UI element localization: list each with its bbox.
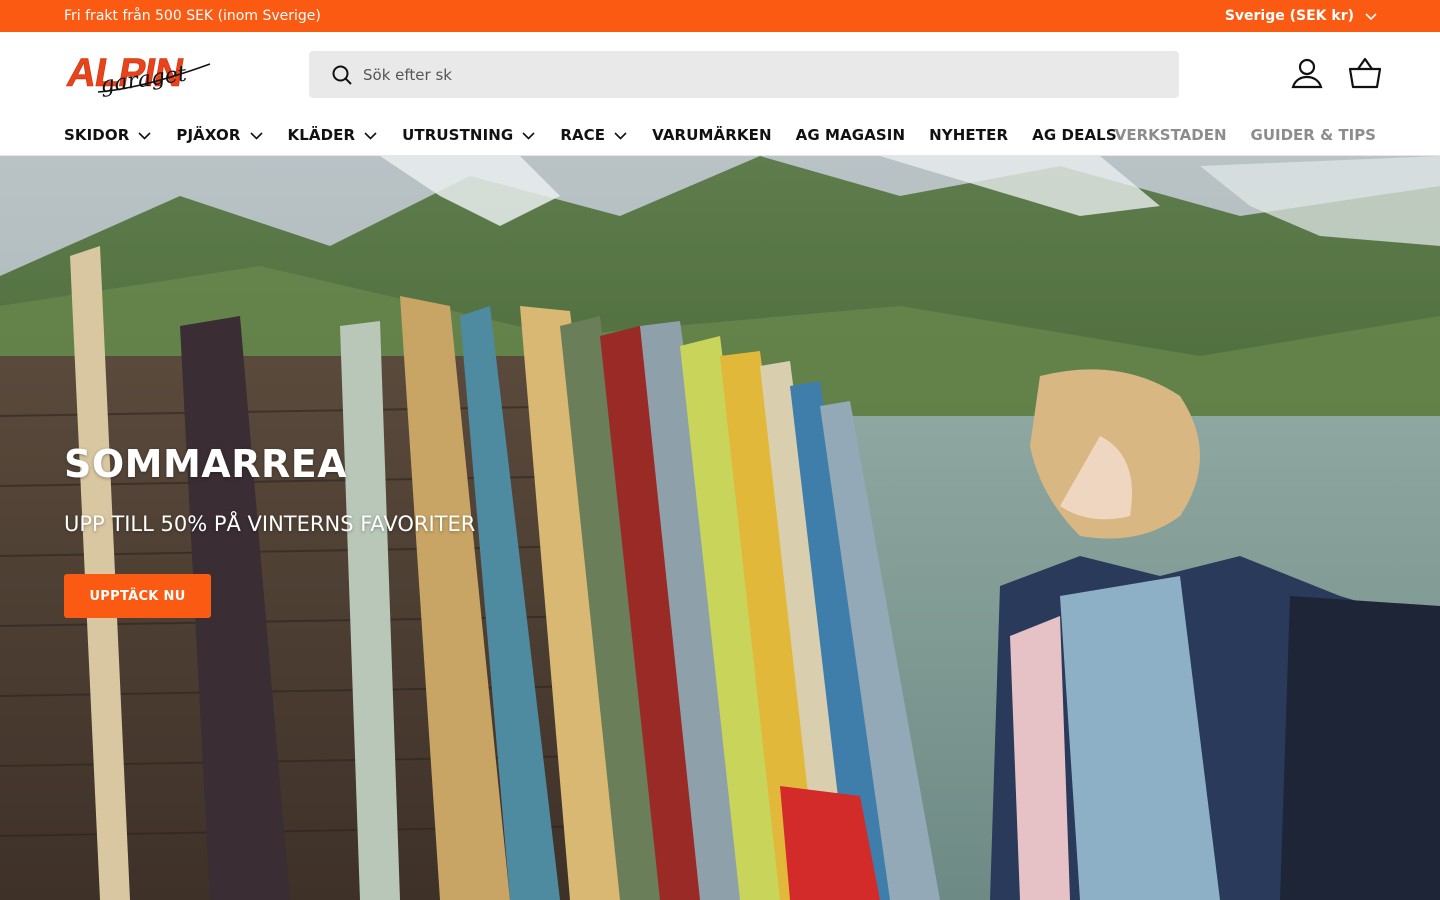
- nav-item-nyheter[interactable]: NYHETER: [929, 126, 1008, 144]
- hero-banner: SOMMARREA UPP TILL 50% PÅ VINTERNS FAVOR…: [0, 156, 1440, 900]
- nav-item-guider-tips[interactable]: GUIDER & TIPS: [1251, 126, 1376, 144]
- site-header: ALPIN garaget SKIDOR PJÄXOR KLÄDER: [0, 32, 1440, 156]
- nav-item-verkstaden[interactable]: VERKSTADEN: [1115, 126, 1227, 144]
- search-input[interactable]: [363, 65, 1123, 84]
- nav-item-label: NYHETER: [929, 126, 1009, 144]
- announcement-bar: Fri frakt från 500 SEK (inom Sverige) Sv…: [0, 0, 1440, 32]
- nav-item-race[interactable]: RACE: [560, 126, 628, 144]
- logo[interactable]: ALPIN garaget: [64, 48, 216, 100]
- account-icon: [1291, 58, 1323, 89]
- nav-item-label: KLÄDER: [287, 126, 356, 144]
- discover-button[interactable]: UPPTÄCK NU: [64, 574, 211, 618]
- nav-item-skidor[interactable]: SKIDOR: [64, 126, 152, 144]
- nav-item-label: AG DEALS: [1032, 126, 1117, 144]
- nav-item-pjaxor[interactable]: PJÄXOR: [176, 126, 263, 144]
- country-selector-label: Sverige (SEK kr): [1224, 8, 1354, 24]
- chevron-down-icon: [1365, 13, 1377, 21]
- nav-item-label: RACE: [560, 126, 606, 144]
- nav-item-label: PJÄXOR: [176, 126, 241, 144]
- search-bar[interactable]: [309, 51, 1179, 98]
- nav-item-ag-magasin[interactable]: AG MAGASIN: [796, 126, 906, 144]
- nav-item-label: AG MAGASIN: [795, 126, 906, 144]
- country-selector[interactable]: Sverige (SEK kr): [1225, 0, 1378, 32]
- account-button[interactable]: [1290, 56, 1324, 90]
- nav-item-utrustning[interactable]: UTRUSTNING: [402, 126, 536, 144]
- basket-icon: [1348, 57, 1382, 89]
- nav-item-label: UTRUSTNING: [402, 126, 514, 144]
- free-shipping-message: Fri frakt från 500 SEK (inom Sverige): [64, 8, 321, 24]
- chevron-down-icon: [614, 131, 627, 140]
- hero-title: SOMMARREA: [64, 442, 348, 486]
- alpin-garaget-logo-icon: ALPIN garaget: [64, 50, 211, 98]
- cart-button[interactable]: [1348, 56, 1382, 90]
- chevron-down-icon: [522, 131, 535, 140]
- chevron-down-icon: [364, 131, 377, 140]
- nav-item-ag-deals[interactable]: AG DEALS: [1032, 126, 1117, 144]
- hero-subtitle: UPP TILL 50% PÅ VINTERNS FAVORITER: [64, 512, 476, 536]
- nav-item-klader[interactable]: KLÄDER: [288, 126, 379, 144]
- chevron-down-icon: [249, 131, 263, 140]
- nav-item-label: VARUMÄRKEN: [652, 126, 772, 144]
- nav-item-varumarken[interactable]: VARUMÄRKEN: [652, 126, 771, 144]
- chevron-down-icon: [138, 131, 151, 140]
- nav-item-label: SKIDOR: [64, 126, 130, 144]
- main-nav: SKIDOR PJÄXOR KLÄDER UTRUSTNING RACE VAR…: [64, 126, 1141, 144]
- secondary-nav: VERKSTADEN GUIDER & TIPS: [1115, 126, 1376, 144]
- search-icon[interactable]: [331, 64, 353, 86]
